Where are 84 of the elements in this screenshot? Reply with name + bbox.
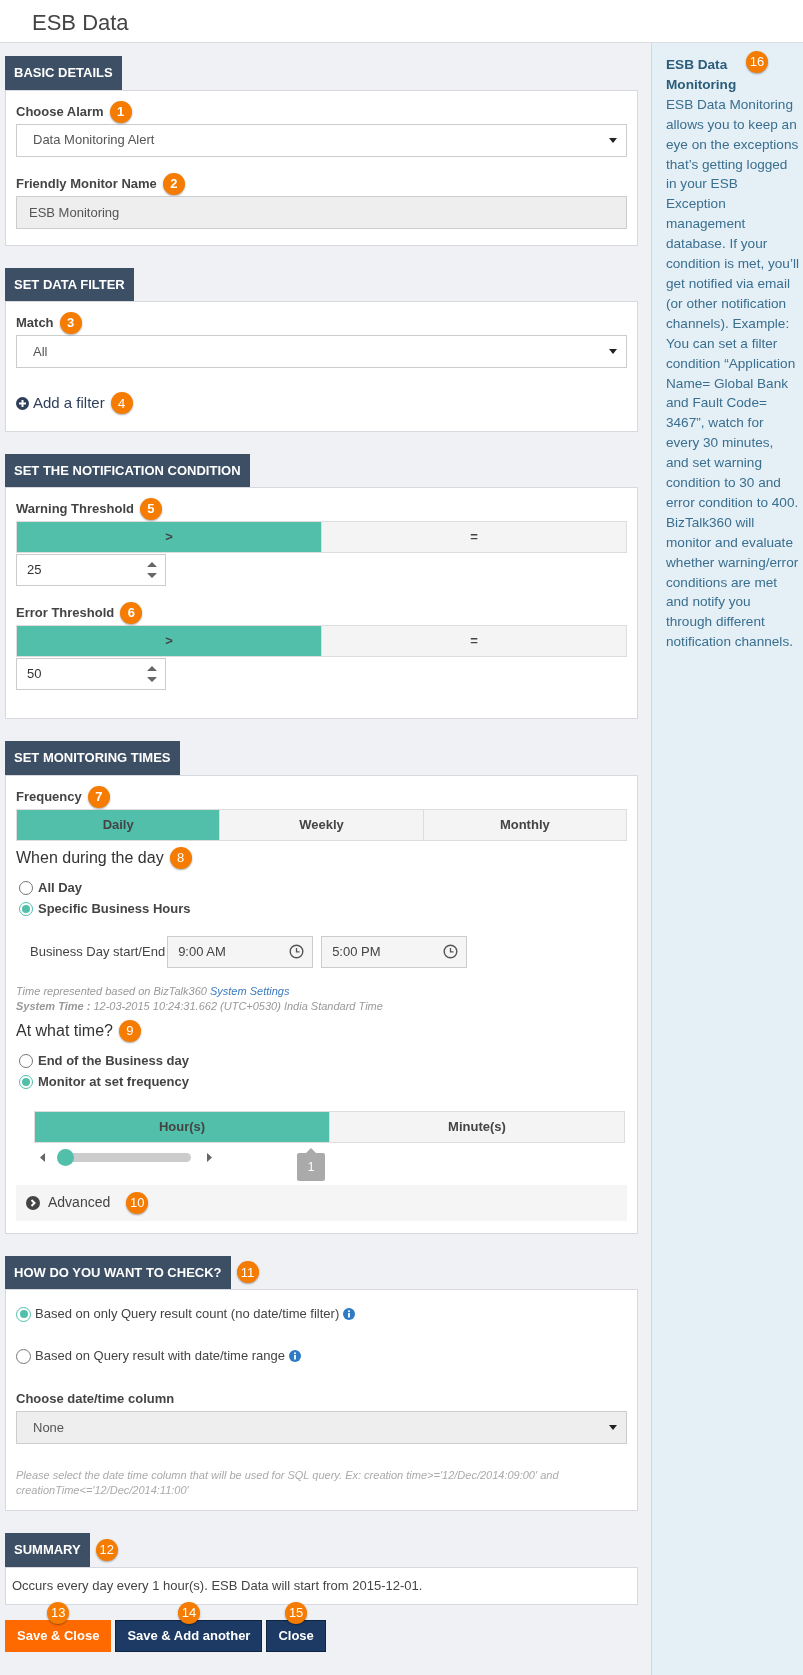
number-badge: 6 xyxy=(120,602,143,624)
system-time-text: System Time : 12-03-2015 10:24:31.662 (UTC+0530) India Standard Time xyxy=(16,998,384,1014)
number-badge: 1 xyxy=(109,100,132,123)
slider[interactable] xyxy=(57,1148,191,1166)
section-subheading: When during the day xyxy=(16,847,164,868)
field-label: Business Day start/End xyxy=(30,942,166,961)
help-text: ESB Data Monitoring allows you to keep an eye on the exceptions that’s getting logged in your ESB Exception management database. If your condition is met, you’ll get notified via email (or other notification channels). Example: You can set a filter condition “Application Name= Global Bank and Fault Code= 3467”, watch for every 30 minutes, and set warning condition to 30 and error condition to 400. BizTalk360 will monitor and evaluate whether warning/error conditions are met and notify you through different notification channels. xyxy=(666,95,799,652)
radio-label: Based on only Query result count (no date/time filter) xyxy=(35,1305,340,1324)
number-badge: 11 xyxy=(236,1261,259,1284)
field-label: Choose date/time column xyxy=(16,1390,175,1409)
section-header: BASIC DETAILS xyxy=(5,56,122,90)
radio-button[interactable] xyxy=(16,1306,31,1322)
radio-label: All Day xyxy=(38,879,83,898)
right-arrow-icon[interactable] xyxy=(207,1152,212,1162)
frequency-tab[interactable]: Daily xyxy=(17,809,221,840)
page-title: ESB Data xyxy=(32,10,129,35)
slider-thumb[interactable] xyxy=(57,1148,74,1166)
section-header: SET THE NOTIFICATION CONDITION xyxy=(5,453,250,487)
action-button[interactable]: Save & Add another xyxy=(115,1620,263,1652)
number-badge: 5 xyxy=(139,498,162,520)
operator-tab[interactable]: > xyxy=(17,626,322,656)
clock-icon xyxy=(443,944,459,959)
frequency-tab[interactable]: Monthly xyxy=(423,809,626,840)
summary-text: Occurs every day every 1 hour(s). ESB Data will start from 2015-12-01. xyxy=(12,1576,424,1595)
section-subheading: At what time? xyxy=(16,1020,113,1041)
field-label: Friendly Monitor Name xyxy=(16,174,157,193)
number-badge: 4 xyxy=(110,392,133,415)
number-field[interactable]: 25 xyxy=(16,554,166,586)
number-badge: 8 xyxy=(169,846,192,869)
info-icon xyxy=(289,1350,302,1362)
radio-label: Specific Business Hours xyxy=(38,900,191,919)
help-title: ESB Data Monitoring xyxy=(666,56,738,94)
field-label: Choose Alarm xyxy=(16,102,104,121)
time-field[interactable]: 5:00 PM xyxy=(321,935,468,968)
number-field[interactable]: 50 xyxy=(16,658,166,690)
operator-tab[interactable]: = xyxy=(322,626,626,656)
radio-label: Based on Query result with date/time range xyxy=(35,1347,286,1366)
number-badge: 16 xyxy=(746,51,768,73)
dropdown-field[interactable]: All xyxy=(16,335,627,368)
add-filter-link[interactable]: Add a filter xyxy=(16,392,105,415)
section-header: HOW DO YOU WANT TO CHECK? xyxy=(5,1255,231,1289)
radio-button[interactable] xyxy=(16,1348,31,1364)
clock-icon xyxy=(289,944,305,959)
chevron-right-icon xyxy=(26,1195,40,1210)
number-badge: 2 xyxy=(162,172,185,195)
system-settings-link[interactable]: System Settings xyxy=(209,984,290,997)
caret-icon xyxy=(609,349,617,354)
number-badge: 10 xyxy=(126,1191,149,1214)
radio-button[interactable] xyxy=(19,902,33,916)
plus-circle-icon xyxy=(16,396,29,410)
radio-label: Monitor at set frequency xyxy=(38,1073,189,1092)
field-label: Error Threshold xyxy=(16,604,115,623)
advanced-bar[interactable]: Advanced 10 xyxy=(16,1184,627,1221)
number-badge: 7 xyxy=(87,785,110,808)
spinner-icon xyxy=(147,562,157,578)
field-label: Match xyxy=(16,314,54,333)
number-badge: 12 xyxy=(95,1538,118,1561)
caret-icon xyxy=(609,1425,617,1430)
spinner-icon xyxy=(147,666,157,682)
action-button[interactable]: Close xyxy=(266,1620,326,1652)
section-header: SET DATA FILTER xyxy=(5,267,134,301)
section-header: SET MONITORING TIMES xyxy=(5,741,180,775)
info-icon xyxy=(343,1308,356,1320)
field-label: Warning Threshold xyxy=(16,500,134,519)
radio-button[interactable] xyxy=(19,1075,33,1089)
operator-tab[interactable]: > xyxy=(17,522,322,552)
radio-button[interactable] xyxy=(19,881,33,895)
interval-tab[interactable]: Minute(s) xyxy=(330,1111,624,1142)
advanced-label: Advanced xyxy=(48,1193,111,1212)
interval-tab[interactable]: Hour(s) xyxy=(35,1111,330,1142)
caret-icon xyxy=(609,137,617,143)
number-badge: 3 xyxy=(59,312,82,334)
time-field[interactable]: 9:00 AM xyxy=(167,935,314,968)
note-text: Time represented based on BizTalk360 System Settings xyxy=(16,983,291,999)
frequency-tab[interactable]: Weekly xyxy=(220,809,424,840)
number-badge: 9 xyxy=(118,1019,141,1042)
radio-label: End of the Business day xyxy=(38,1052,189,1071)
radio-button[interactable] xyxy=(19,1054,33,1068)
left-arrow-icon[interactable] xyxy=(40,1152,45,1162)
dropdown-field[interactable]: Data Monitoring Alert xyxy=(16,123,627,157)
section-header: SUMMARY xyxy=(5,1533,90,1567)
operator-tab[interactable]: = xyxy=(322,522,626,552)
field-label: Frequency xyxy=(16,787,82,806)
hint-text: Please select the date time column that will be used for SQL query. Ex: creation time>='12/Dec/2014:09:00' and creationTime<='12/Dec/2014:11:00' xyxy=(16,1468,560,1498)
